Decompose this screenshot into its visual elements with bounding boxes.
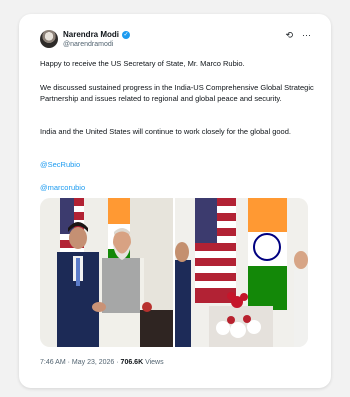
author-row: Narendra Modi ✓: [63, 30, 131, 39]
tweet-text-line2: We discussed sustained progress in the I…: [40, 83, 314, 103]
tweet-text-line1: Happy to receive the US Secretary of Sta…: [40, 59, 245, 68]
timestamp[interactable]: 7:46 AM · May 23, 2026 ·: [40, 359, 121, 366]
author-handle[interactable]: @narendramodi: [63, 41, 113, 48]
photo-grid: [40, 198, 308, 347]
mention-secrubio[interactable]: @SecRubio: [40, 159, 316, 170]
handshake-photo[interactable]: [40, 198, 173, 347]
author-name[interactable]: Narendra Modi: [63, 30, 119, 39]
handshake-illustration: [40, 198, 173, 347]
avatar[interactable]: [40, 30, 58, 48]
x-logo-icon[interactable]: ⟲: [285, 31, 293, 40]
tweet-text-line3: India and the United States will continu…: [40, 127, 291, 136]
tweet-card: Narendra Modi ✓ @narendramodi ⟲ ··· Happ…: [19, 14, 331, 388]
mention-marcorubio[interactable]: @marcorubio: [40, 182, 316, 193]
views-label: Views: [143, 359, 164, 366]
more-icon[interactable]: ···: [302, 31, 311, 40]
views-count: 706.6K: [120, 359, 144, 366]
tweet-meta: 7:46 AM · May 23, 2026 · 706.6K Views: [40, 359, 164, 366]
meeting-illustration: [175, 198, 308, 347]
verified-badge-icon: ✓: [122, 30, 131, 39]
meeting-photo[interactable]: [175, 198, 308, 347]
header-icons: ⟲ ···: [285, 31, 311, 40]
